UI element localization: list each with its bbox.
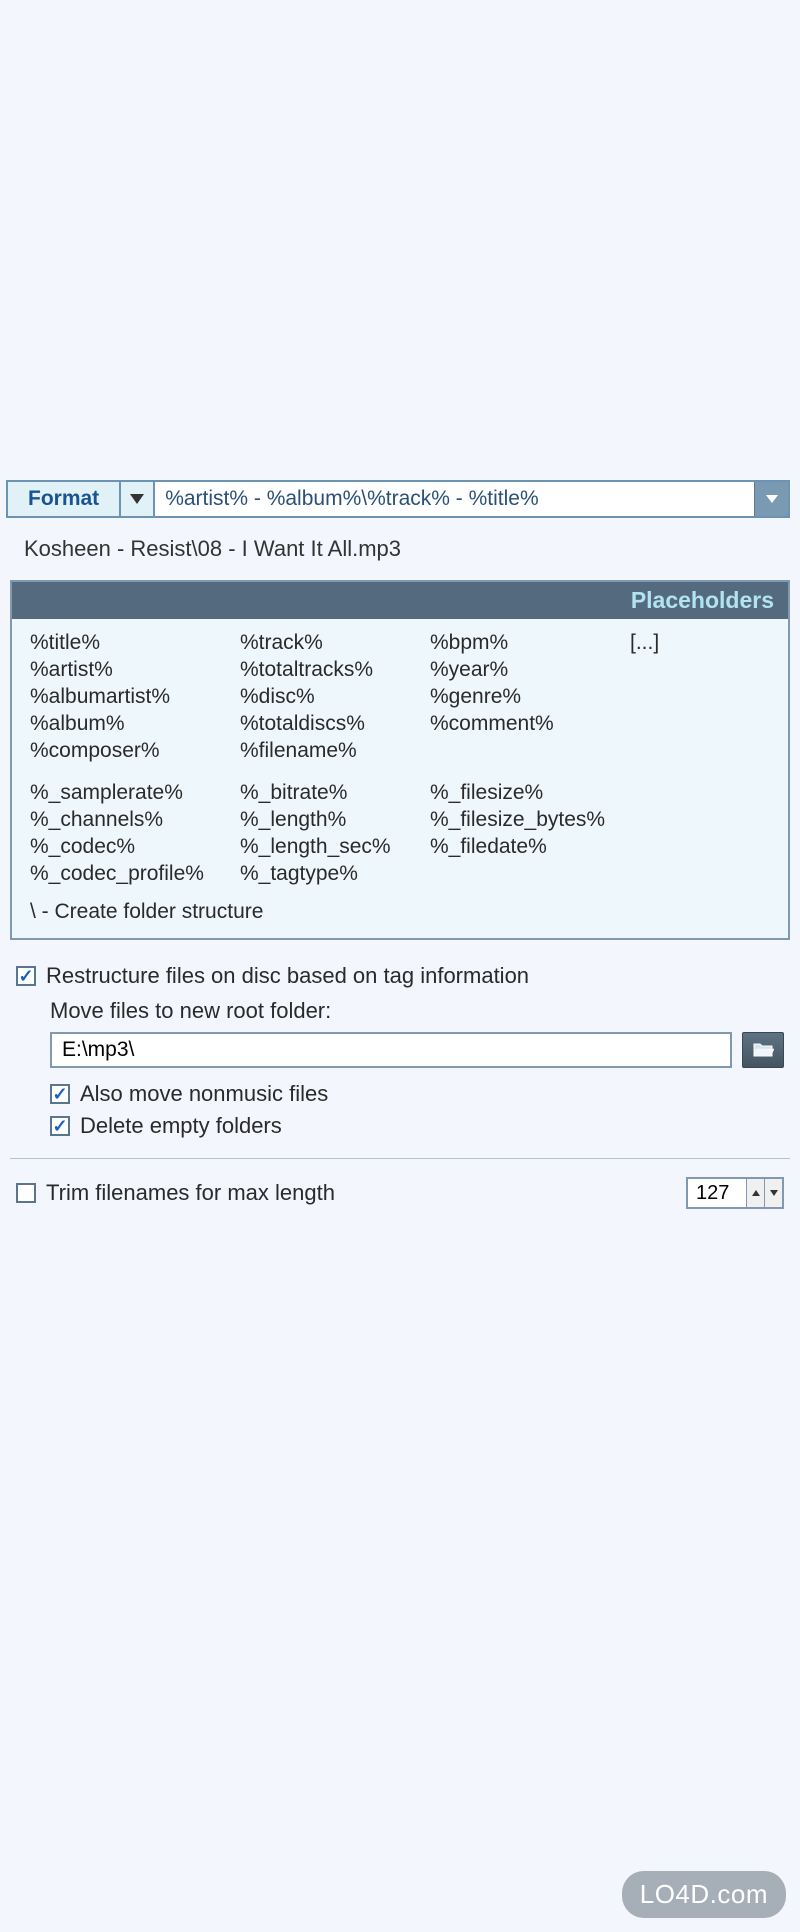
placeholders-grid-2: %_samplerate% %_bitrate% %_filesize% %_c… — [30, 781, 770, 886]
placeholder-item[interactable]: %_channels% — [30, 808, 240, 832]
placeholder-item[interactable]: %totaltracks% — [240, 658, 430, 682]
placeholder-item[interactable]: %year% — [430, 658, 630, 682]
trim-row: Trim filenames for max length — [10, 1167, 790, 1219]
format-dropdown-toggle[interactable] — [119, 482, 153, 516]
placeholder-item[interactable]: %filename% — [240, 739, 430, 763]
placeholders-panel: Placeholders %title% %track% %bpm% [...]… — [10, 580, 790, 940]
placeholder-item[interactable]: %_filesize% — [430, 781, 630, 805]
placeholder-item[interactable]: %_tagtype% — [240, 862, 430, 886]
placeholder-item[interactable]: %bpm% — [430, 631, 630, 655]
placeholder-item[interactable]: %albumartist% — [30, 685, 240, 709]
placeholder-item[interactable]: %_length% — [240, 808, 430, 832]
folder-structure-note: \ - Create folder structure — [30, 900, 770, 924]
format-label-box: Format — [6, 480, 155, 518]
chevron-down-icon — [770, 1190, 778, 1196]
nonmusic-checkbox-label: Also move nonmusic files — [80, 1081, 328, 1107]
placeholder-more[interactable]: [...] — [630, 631, 770, 655]
restructure-checkbox-row: Restructure files on disc based on tag i… — [10, 958, 790, 994]
placeholder-item[interactable]: %_codec_profile% — [30, 862, 240, 886]
format-preview: Kosheen - Resist\08 - I Want It All.mp3 — [10, 530, 790, 580]
placeholders-header: Placeholders — [12, 582, 788, 619]
restructure-checkbox-label: Restructure files on disc based on tag i… — [46, 963, 529, 989]
trim-length-spinner — [686, 1177, 784, 1209]
trim-length-input[interactable] — [688, 1182, 746, 1205]
format-history-dropdown[interactable] — [754, 482, 788, 516]
chevron-down-icon — [130, 494, 144, 504]
placeholder-item[interactable]: %_length_sec% — [240, 835, 430, 859]
placeholders-grid-1: %title% %track% %bpm% [...] %artist% %to… — [30, 631, 770, 763]
root-folder-input[interactable] — [50, 1032, 732, 1068]
restructure-checkbox[interactable] — [16, 966, 36, 986]
placeholder-item[interactable]: %_samplerate% — [30, 781, 240, 805]
watermark: LO4D.com — [622, 1871, 786, 1918]
section-divider — [10, 1158, 790, 1159]
format-input-wrap — [155, 480, 790, 518]
trim-checkbox[interactable] — [16, 1183, 36, 1203]
restructure-subsection: Move files to new root folder: Also move… — [10, 994, 790, 1150]
placeholder-item[interactable]: %title% — [30, 631, 240, 655]
spinner-up-button[interactable] — [746, 1179, 764, 1207]
placeholder-item[interactable]: %disc% — [240, 685, 430, 709]
folder-open-icon — [752, 1042, 774, 1058]
placeholder-item[interactable]: %totaldiscs% — [240, 712, 430, 736]
placeholder-item[interactable]: %comment% — [430, 712, 630, 736]
spinner-down-button[interactable] — [764, 1179, 782, 1207]
delete-empty-checkbox-label: Delete empty folders — [80, 1113, 282, 1139]
trim-checkbox-label: Trim filenames for max length — [46, 1180, 335, 1206]
placeholder-item[interactable]: %_bitrate% — [240, 781, 430, 805]
move-files-label: Move files to new root folder: — [50, 998, 784, 1024]
delete-empty-checkbox[interactable] — [50, 1116, 70, 1136]
chevron-up-icon — [752, 1190, 760, 1196]
placeholder-item[interactable]: %_codec% — [30, 835, 240, 859]
placeholder-item[interactable]: %album% — [30, 712, 240, 736]
placeholder-item[interactable]: %track% — [240, 631, 430, 655]
placeholder-item[interactable]: %_filedate% — [430, 835, 630, 859]
placeholder-item[interactable]: %composer% — [30, 739, 240, 763]
browse-folder-button[interactable] — [742, 1032, 784, 1068]
format-label: Format — [8, 487, 119, 511]
placeholder-item[interactable]: %artist% — [30, 658, 240, 682]
nonmusic-checkbox[interactable] — [50, 1084, 70, 1104]
chevron-down-icon — [766, 495, 778, 503]
placeholders-body: %title% %track% %bpm% [...] %artist% %to… — [12, 619, 788, 938]
placeholder-item[interactable]: %_filesize_bytes% — [430, 808, 630, 832]
placeholder-item[interactable]: %genre% — [430, 685, 630, 709]
format-input[interactable] — [155, 482, 754, 516]
